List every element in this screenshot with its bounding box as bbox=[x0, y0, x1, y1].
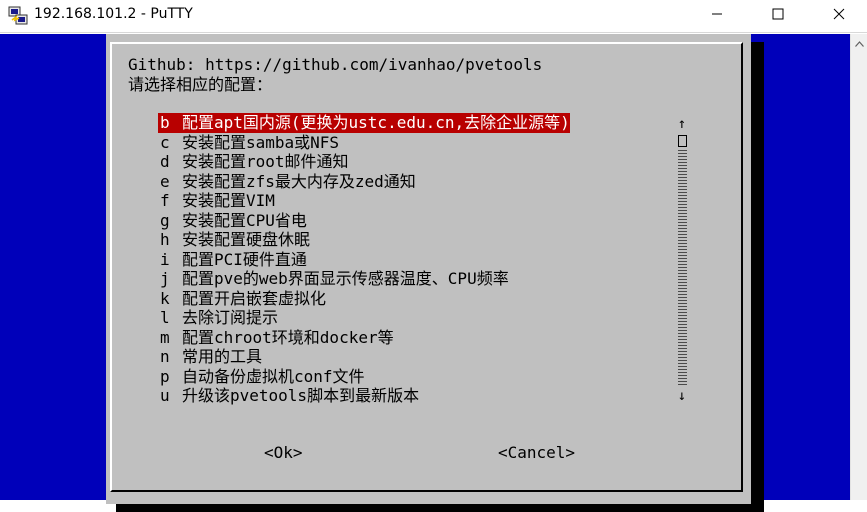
scroll-down-arrow-icon: ↓ bbox=[677, 388, 687, 404]
menu-item-key: f bbox=[160, 191, 170, 210]
menu-item-p[interactable]: p 自动备份虚拟机conf文件 bbox=[158, 367, 365, 387]
menu-scroll-track bbox=[678, 150, 687, 386]
menu-item-key: k bbox=[160, 288, 170, 308]
menu-item-label: 配置pve的web界面显示传感器温度、CPU频率 bbox=[182, 269, 509, 288]
menu-item-l[interactable]: l 去除订阅提示 bbox=[158, 308, 278, 328]
menu-item-label: 安装配置root邮件通知 bbox=[182, 152, 349, 171]
menu-item-g[interactable]: g 安装配置CPU省电 bbox=[158, 211, 307, 231]
menu-item-n[interactable]: n 常用的工具 bbox=[158, 347, 262, 367]
menu-item-key: b bbox=[160, 113, 170, 132]
menu-dialog: Github: https://github.com/ivanhao/pveto… bbox=[106, 34, 751, 504]
menu-item-label: 安装配置CPU省电 bbox=[182, 210, 307, 230]
menu-item-label: 常用的工具 bbox=[182, 347, 263, 366]
menu-item-k[interactable]: k 配置开启嵌套虚拟化 bbox=[158, 289, 326, 309]
menu-item-label: 配置开启嵌套虚拟化 bbox=[182, 288, 327, 308]
menu-item-f[interactable]: f 安装配置VIM bbox=[158, 191, 275, 211]
menu-item-e[interactable]: e 安装配置zfs最大内存及zed通知 bbox=[158, 172, 416, 192]
menu-item-d[interactable]: d 安装配置root邮件通知 bbox=[158, 152, 349, 172]
menu-item-key: h bbox=[160, 230, 170, 249]
menu-item-label: 升级该pvetools脚本到最新版本 bbox=[182, 386, 420, 405]
menu-item-label: 安装配置VIM bbox=[182, 191, 275, 210]
scrollbar-up-button[interactable] bbox=[851, 34, 867, 51]
menu-item-key: n bbox=[160, 347, 170, 366]
menu-item-label: 安装配置samba或NFS bbox=[182, 132, 340, 152]
menu-item-key: p bbox=[160, 366, 170, 386]
menu-item-key: m bbox=[160, 327, 170, 347]
menu-item-key: l bbox=[160, 308, 170, 327]
minimize-icon bbox=[711, 7, 723, 25]
chevron-up-icon bbox=[855, 34, 864, 52]
menu-item-c[interactable]: c 安装配置samba或NFS bbox=[158, 133, 339, 153]
menu-item-label: 去除订阅提示 bbox=[182, 308, 279, 327]
close-button[interactable] bbox=[812, 0, 866, 32]
menu-item-label: 安装配置硬盘休眠 bbox=[182, 230, 311, 249]
menu-scroll-thumb bbox=[678, 135, 687, 147]
menu-item-h[interactable]: h 安装配置硬盘休眠 bbox=[158, 230, 310, 250]
minimize-button[interactable] bbox=[690, 0, 744, 32]
maximize-button[interactable] bbox=[751, 0, 805, 32]
menu-prompt: 请选择相应的配置： bbox=[128, 75, 273, 94]
menu-item-key: e bbox=[160, 171, 170, 191]
scroll-up-arrow-icon: ↑ bbox=[677, 116, 687, 132]
cancel-button[interactable]: <Cancel> bbox=[498, 443, 575, 463]
menu-item-key: u bbox=[160, 386, 170, 405]
menu-item-m[interactable]: m 配置chroot环境和docker等 bbox=[158, 328, 394, 348]
menu-item-label: 安装配置zfs最大内存及zed通知 bbox=[182, 171, 416, 191]
menu-item-label: 自动备份虚拟机conf文件 bbox=[182, 366, 365, 386]
window-scrollbar[interactable] bbox=[850, 34, 867, 500]
menu-item-i[interactable]: i 配置PCI硬件直通 bbox=[158, 250, 307, 270]
menu-scroll-indicator: ↑ ↓ bbox=[674, 116, 690, 406]
menu-item-j[interactable]: j 配置pve的web界面显示传感器温度、CPU频率 bbox=[158, 269, 509, 289]
terminal-area[interactable]: Github: https://github.com/ivanhao/pveto… bbox=[0, 34, 867, 512]
title-bar[interactable]: 192.168.101.2 - PuTTY bbox=[0, 0, 867, 33]
window-title: 192.168.101.2 - PuTTY bbox=[34, 6, 193, 22]
menu-item-key: d bbox=[160, 152, 170, 171]
menu-list[interactable]: b 配置apt国内源(更换为ustc.edu.cn,去除企业源等) c 安装配置sam… bbox=[158, 113, 662, 406]
menu-item-key: i bbox=[160, 249, 170, 269]
menu-item-key: g bbox=[160, 210, 170, 230]
menu-item-label: 配置chroot环境和docker等 bbox=[182, 327, 394, 347]
maximize-icon bbox=[772, 7, 784, 25]
menu-item-label: 配置PCI硬件直通 bbox=[182, 249, 307, 269]
menu-item-b[interactable]: b 配置apt国内源(更换为ustc.edu.cn,去除企业源等) bbox=[158, 113, 570, 133]
putty-icon[interactable] bbox=[8, 6, 30, 26]
github-link-text: Github: https://github.com/ivanhao/pveto… bbox=[128, 55, 543, 74]
menu-item-label: 配置apt国内源(更换为ustc.edu.cn,去除企业源等) bbox=[182, 113, 570, 132]
menu-item-key: c bbox=[160, 132, 170, 152]
menu-item-u[interactable]: u 升级该pvetools脚本到最新版本 bbox=[158, 386, 419, 406]
close-icon bbox=[833, 7, 845, 25]
ok-button[interactable]: <Ok> bbox=[264, 443, 303, 463]
menu-item-key: j bbox=[160, 269, 170, 288]
